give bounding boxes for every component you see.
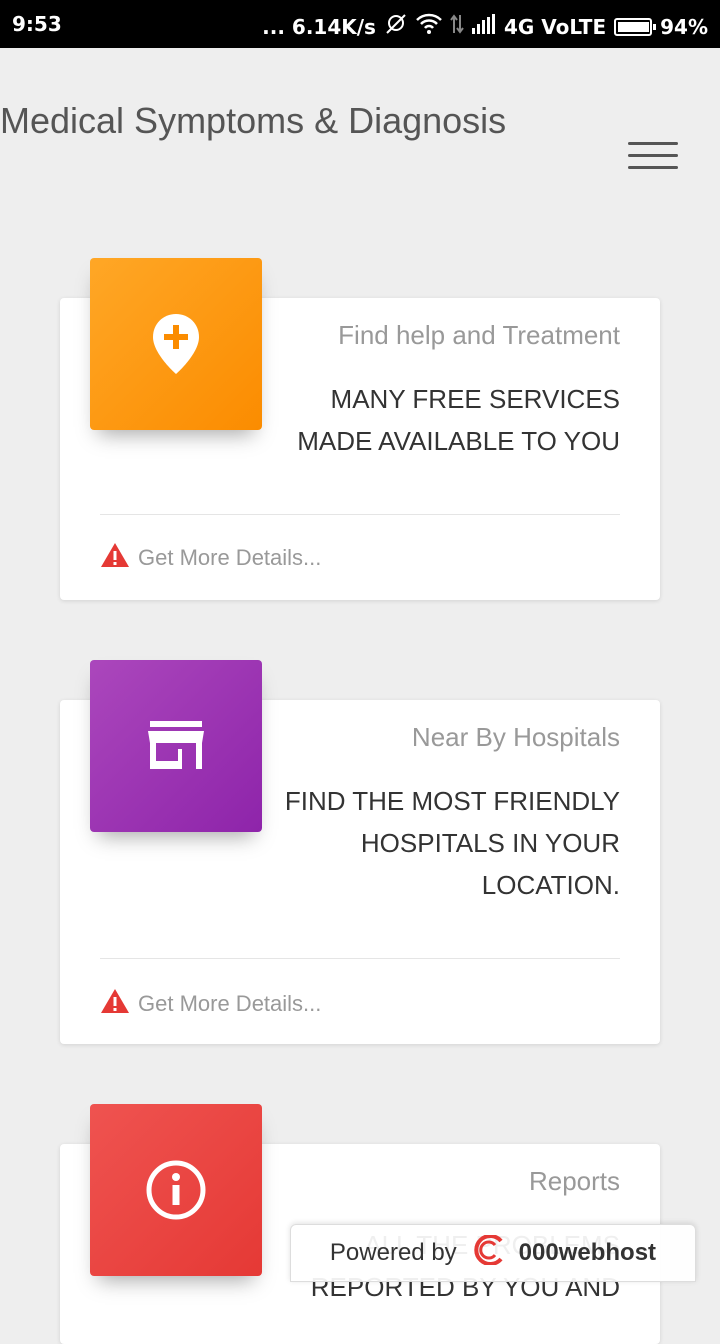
card-title: FIND THE MOST FRIENDLY HOSPITALS IN YOUR… [284,786,620,900]
status-bar: 9:53 ... 6.14K/s 4G VoLTE 94% [0,0,720,48]
powered-label: Powered by [329,1239,457,1266]
brand-name: 000webhost [518,1239,657,1266]
get-more-details-link[interactable]: Get More Details... [100,542,321,573]
warning-icon [100,988,130,1019]
status-icons: ... 6.14K/s 4G VoLTE 94% [262,12,708,41]
webhost-logo-icon [471,1233,505,1272]
signal-icon [471,14,496,39]
info-icon [90,1104,262,1276]
location-plus-icon [90,258,262,430]
card-category: Find help and Treatment [338,320,620,350]
footer-label: Get More Details... [138,544,322,570]
card-title: MANY FREE SERVICES MADE AVAILABLE TO YOU [297,384,620,456]
warning-icon [100,542,130,573]
battery-percent: 94% [660,14,708,39]
page-title: Medical Symptoms & Diagnosis [0,100,507,141]
card-divider [100,514,620,515]
get-more-details-link[interactable]: Get More Details... [100,988,321,1019]
network-speed: ... 6.14K/s [262,14,376,39]
data-arrows-icon [450,13,464,40]
status-time: 9:53 [12,12,62,36]
footer-label: Get More Details... [138,990,322,1016]
card-category: Reports [528,1166,620,1196]
network-type: 4G VoLTE [503,14,607,39]
battery-icon [614,17,657,36]
powered-by-badge[interactable]: Powered by 000webhost [290,1224,696,1282]
menu-icon[interactable] [628,142,678,174]
card-category: Near By Hospitals [411,722,620,752]
alarm-off-icon [384,12,408,41]
card-divider [100,958,620,959]
wifi-icon [416,13,442,40]
store-icon [90,660,262,832]
